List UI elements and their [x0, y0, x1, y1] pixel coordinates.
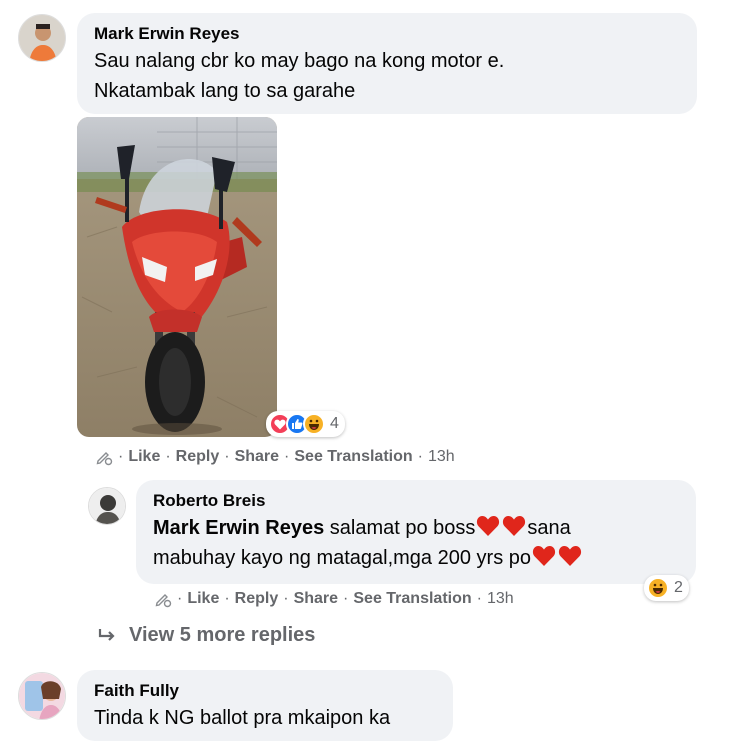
comment-actions: · Like · Reply · Share · See Translation…: [95, 448, 455, 466]
comment-bubble-faith: Faith Fully Tinda k NG ballot pra mkaipo…: [77, 670, 453, 741]
reaction-count: 2: [674, 579, 683, 596]
reply-text-part1: salamat po boss: [324, 517, 476, 539]
separator-dot: ·: [224, 448, 230, 465]
reply-link[interactable]: Reply: [235, 590, 279, 608]
red-heart-icon: [503, 516, 526, 536]
separator-dot: ·: [177, 590, 183, 607]
reply-arrow-icon: [98, 628, 115, 641]
separator-dot: ·: [417, 448, 423, 465]
avatar-roberto-breis[interactable]: [88, 487, 126, 525]
person-photo-icon: [89, 488, 125, 524]
comment-author[interactable]: Mark Erwin Reyes: [94, 24, 680, 44]
reply-text-part2: sana: [527, 517, 571, 539]
red-heart-icon: [558, 546, 582, 566]
see-translation-link[interactable]: See Translation: [294, 448, 412, 466]
reaction-count: 4: [330, 415, 339, 432]
view-more-replies[interactable]: View 5 more replies: [97, 624, 315, 647]
see-translation-link[interactable]: See Translation: [353, 590, 471, 608]
like-link[interactable]: Like: [187, 590, 219, 608]
separator-dot: ·: [476, 590, 482, 607]
red-heart-icon: [477, 516, 500, 536]
reply-author[interactable]: Roberto Breis: [153, 491, 679, 511]
reply-text-line-2: mabuhay kayo ng matagal,mga 200 yrs po: [153, 543, 679, 573]
avatar-mark-erwin-reyes[interactable]: [18, 14, 66, 62]
mention-mark-erwin-reyes[interactable]: Mark Erwin Reyes: [153, 517, 324, 539]
reply-timestamp[interactable]: 13h: [487, 590, 514, 608]
motorcycle-photo: [77, 117, 277, 437]
like-link[interactable]: Like: [128, 448, 160, 466]
separator-dot: ·: [284, 448, 290, 465]
comment-author[interactable]: Faith Fully: [94, 681, 436, 701]
separator-dot: ·: [224, 590, 230, 607]
reply-text-line2: mabuhay kayo ng matagal,mga 200 yrs po: [153, 547, 531, 569]
comment-text-line-2: Nkatambak lang to sa garahe: [94, 80, 356, 102]
reply-link[interactable]: Reply: [176, 448, 220, 466]
comment-text: Tinda k NG ballot pra mkaipon ka: [94, 707, 391, 729]
comment-photo-motorcycle[interactable]: [77, 117, 277, 437]
share-link[interactable]: Share: [294, 590, 338, 608]
comment-bubble-mark: Mark Erwin Reyes Sau nalang cbr ko may b…: [77, 13, 697, 114]
person-photo-icon: [19, 673, 65, 719]
separator-dot: ·: [165, 448, 171, 465]
edit-history-icon[interactable]: [95, 448, 113, 466]
share-link[interactable]: Share: [235, 448, 279, 466]
reply-text-line-1: Mark Erwin Reyes salamat po boss sana: [153, 513, 679, 543]
reply-reactions[interactable]: 2: [644, 575, 689, 601]
reply-bubble-roberto: Roberto Breis Mark Erwin Reyes salamat p…: [136, 480, 696, 584]
comment-reactions[interactable]: 4: [266, 411, 345, 437]
haha-icon: [303, 413, 325, 435]
person-photo-icon: [19, 15, 65, 61]
edit-history-icon[interactable]: [154, 590, 172, 608]
red-heart-icon: [532, 546, 556, 566]
haha-icon: [647, 577, 669, 599]
separator-dot: ·: [118, 448, 124, 465]
separator-dot: ·: [343, 590, 349, 607]
comment-text-line-1: Sau nalang cbr ko may bago na kong motor…: [94, 50, 505, 72]
view-more-label: View 5 more replies: [129, 624, 316, 646]
comment-timestamp[interactable]: 13h: [428, 448, 455, 466]
reply-actions: · Like · Reply · Share · See Translation…: [154, 590, 514, 608]
avatar-faith-fully[interactable]: [18, 672, 66, 720]
separator-dot: ·: [283, 590, 289, 607]
